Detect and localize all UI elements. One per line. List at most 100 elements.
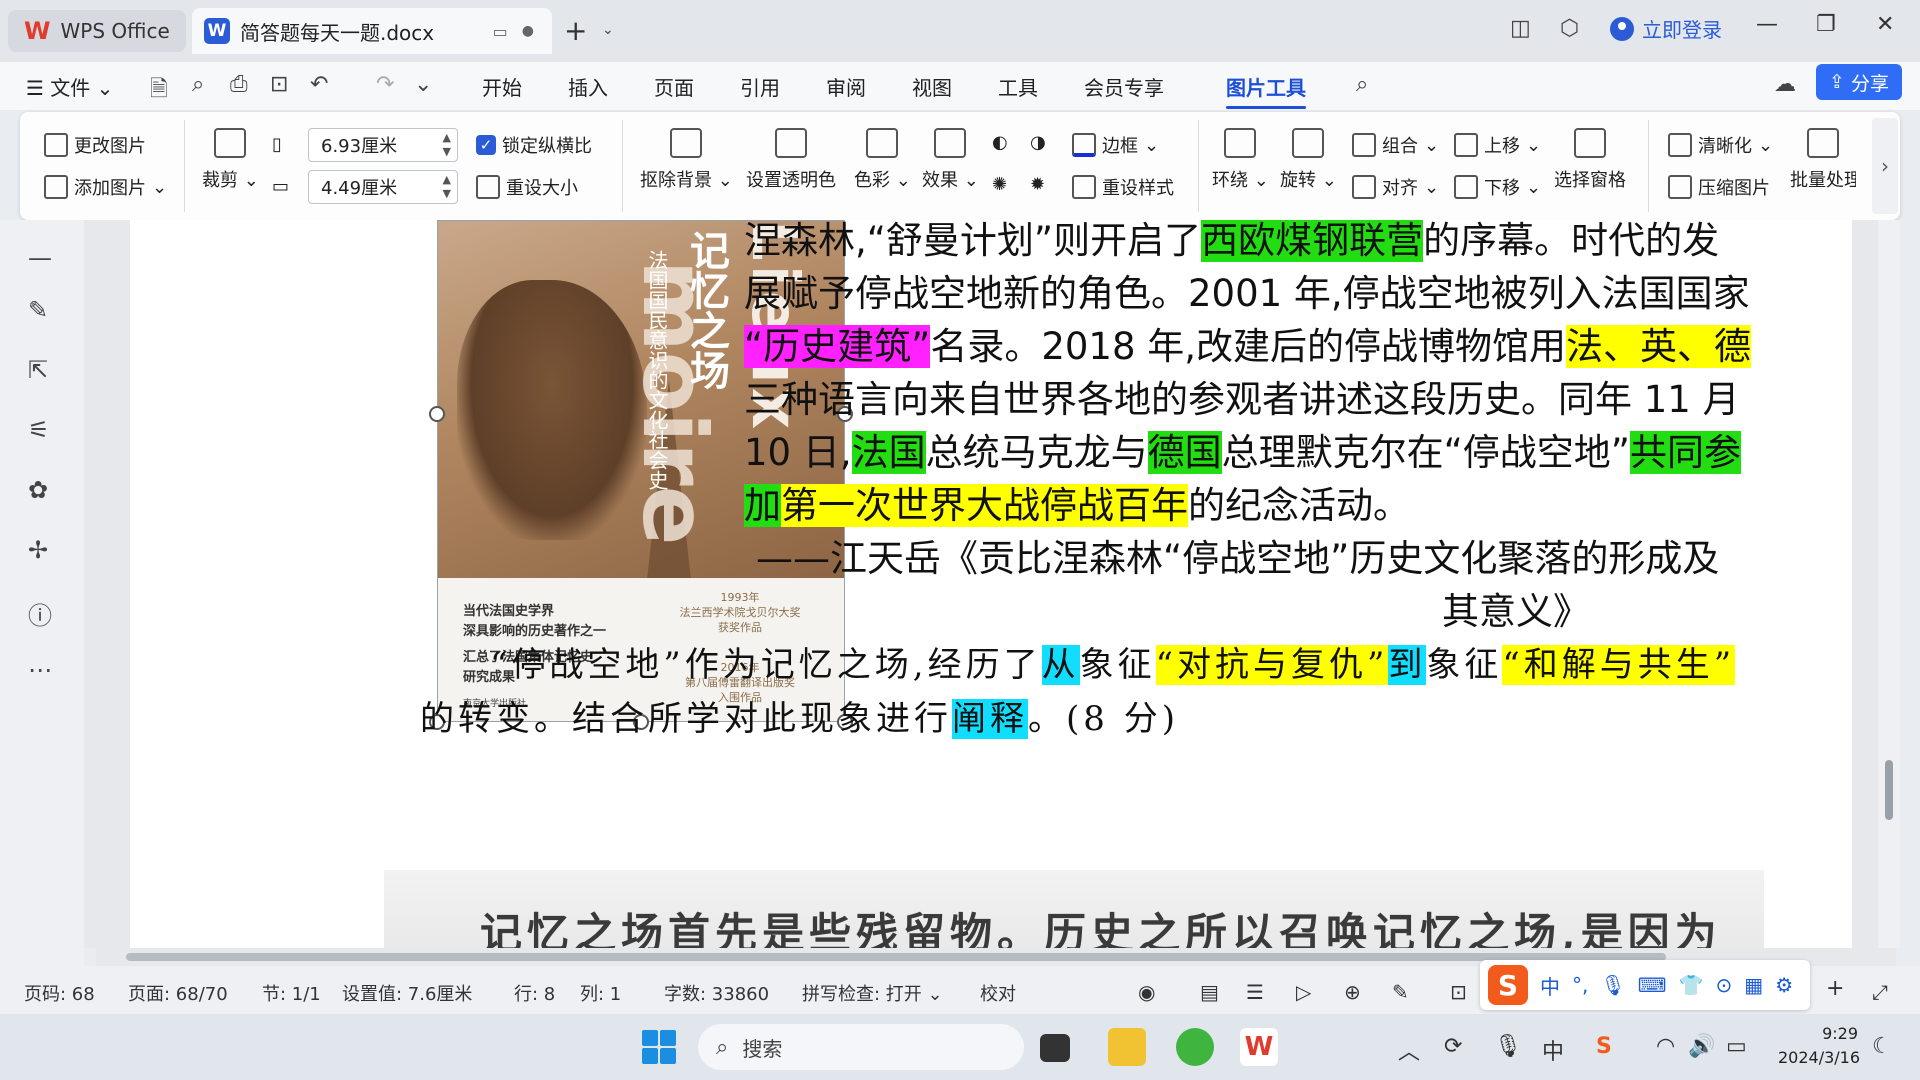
ai-assist-icon[interactable]: ✿ [28, 476, 48, 504]
vertical-scrollbar[interactable] [1878, 220, 1900, 948]
effects-button[interactable]: 效果 ⌄ [922, 128, 979, 192]
battery-icon[interactable]: ▭ [1726, 1034, 1747, 1059]
spell-check-toggle[interactable]: 拼写检查: 打开 ⌄ [802, 980, 943, 1006]
zoom-in-icon[interactable]: + [1826, 976, 1844, 1001]
share-button[interactable]: ⇪ 分享 [1816, 64, 1902, 100]
play-icon[interactable]: ▷ [1296, 980, 1311, 1004]
status-word-count[interactable]: 字数: 33860 [664, 980, 769, 1006]
compress-button[interactable]: 压缩图片 [1668, 174, 1770, 200]
outline-view-icon[interactable]: ☰ [1246, 980, 1264, 1004]
crop-button[interactable]: 裁剪 ⌄ [202, 128, 259, 192]
color-button[interactable]: 色彩 ⌄ [854, 128, 911, 192]
focus-mode-icon[interactable]: ⊡ [1450, 980, 1467, 1004]
vertical-scroll-thumb[interactable] [1885, 760, 1893, 820]
rotate-button[interactable]: 旋转 ⌄ [1280, 128, 1337, 192]
search-icon[interactable]: ⌕ [1356, 72, 1368, 97]
volume-icon[interactable]: 🔊 [1688, 1034, 1715, 1059]
set-transparent-button[interactable]: 设置透明色 [746, 128, 836, 192]
ime-settings-icon[interactable]: ⚙ [1775, 973, 1793, 997]
do-not-disturb-icon[interactable]: ☾ [1872, 1034, 1892, 1059]
width-spinner[interactable]: ▲ ▼ [443, 131, 451, 159]
tab-member[interactable]: 会员专享 [1084, 72, 1164, 101]
tools-icon[interactable]: ✢ [28, 536, 48, 564]
mic-icon[interactable]: 🎙 [1494, 1034, 1522, 1059]
group-button[interactable]: 组合 ⌄ [1352, 132, 1439, 158]
file-menu[interactable]: ☰ 文件 ⌄ [26, 72, 113, 101]
ime-apps-icon[interactable]: ▦ [1744, 973, 1763, 997]
eye-protection-icon[interactable]: ◉ [1138, 980, 1155, 1004]
reset-size-button[interactable]: 重设大小 [476, 174, 578, 200]
tab-tools[interactable]: 工具 [998, 72, 1038, 101]
tab-start[interactable]: 开始 [482, 72, 522, 101]
align-button[interactable]: 对齐 ⌄ [1352, 174, 1439, 200]
help-icon[interactable]: ⓘ [28, 596, 52, 631]
monitor-icon[interactable]: ▭ [493, 22, 508, 41]
login-button[interactable]: 立即登录 [1610, 14, 1722, 43]
height-spinner[interactable]: ▲ ▼ [443, 173, 451, 201]
collapse-icon[interactable]: — [28, 244, 52, 272]
wps-taskbar-icon[interactable]: W [1240, 1028, 1278, 1066]
cube-icon[interactable]: ⬡ [1560, 16, 1579, 41]
remove-bg-button[interactable]: 抠除背景 ⌄ [640, 128, 733, 192]
comment-icon[interactable]: ☁ [1774, 72, 1796, 97]
ime-chinese-icon[interactable]: 中 [1540, 971, 1560, 1000]
task-view-icon[interactable] [1040, 1034, 1070, 1062]
status-page[interactable]: 页面: 68/70 [128, 980, 228, 1006]
chevron-down-icon[interactable]: ⌄ [602, 22, 614, 38]
wifi-icon[interactable]: ◠ [1656, 1034, 1675, 1059]
tab-references[interactable]: 引用 [740, 72, 780, 101]
ribbon-next-chevron-icon[interactable]: › [1872, 118, 1898, 214]
more-chevron-icon[interactable]: ⌄ [414, 72, 432, 97]
tab-page[interactable]: 页面 [654, 72, 694, 101]
ime-keyboard-icon[interactable]: ⌨ [1638, 973, 1667, 997]
height-input[interactable]: 4.49厘米 ▲ ▼ [308, 170, 458, 204]
export-pdf-icon[interactable]: ⌕ [192, 72, 204, 97]
tab-document[interactable]: W 简答题每天一题.docx ▭ ● [192, 8, 552, 54]
sidebar-toggle-icon[interactable]: ◫ [1510, 16, 1531, 41]
add-image-button[interactable]: 添加图片 ⌄ [44, 174, 167, 200]
resize-handle[interactable] [429, 406, 445, 422]
windows-start-icon[interactable] [642, 1030, 676, 1064]
send-backward-button[interactable]: 下移 ⌄ [1454, 174, 1541, 200]
contrast-up-icon[interactable]: ✺ [992, 174, 1007, 195]
close-button[interactable]: ✕ [1876, 12, 1894, 37]
lock-ratio-checkbox[interactable]: ✓ 锁定纵横比 [476, 132, 592, 158]
document-page[interactable]: moire 法国国民意识的文化社会史 记忆之场 Lieux 当代法国史学界 深具… [130, 220, 1852, 948]
redo-icon[interactable]: ↷ [376, 72, 394, 97]
clock[interactable]: 9:29 2024/3/16 [1778, 1022, 1860, 1070]
browser-icon[interactable] [1176, 1028, 1214, 1066]
minimize-button[interactable]: — [1756, 12, 1778, 37]
bring-forward-button[interactable]: 上移 ⌄ [1454, 132, 1541, 158]
undo-icon[interactable]: ↶ [310, 72, 328, 97]
sync-icon[interactable]: ⟳ [1444, 1034, 1462, 1059]
tab-picture-tools[interactable]: 图片工具 [1226, 72, 1306, 109]
sogou-tray-icon[interactable]: S [1596, 1034, 1612, 1059]
file-explorer-icon[interactable] [1108, 1028, 1146, 1066]
tab-wps-home[interactable]: W WPS Office [8, 10, 186, 52]
ime-mic-icon[interactable]: 🎙 [1600, 973, 1625, 997]
restore-button[interactable]: ❐ [1816, 12, 1836, 37]
status-row[interactable]: 行: 8 [514, 980, 555, 1006]
unsaved-dot-icon[interactable]: ● [522, 23, 534, 39]
brightness-up-icon[interactable]: ◐ [992, 132, 1008, 153]
ime-punct-icon[interactable]: °, [1572, 973, 1588, 997]
tray-expand-icon[interactable]: ︿ [1398, 1034, 1420, 1066]
change-image-button[interactable]: 更改图片 [44, 132, 146, 158]
tab-view[interactable]: 视图 [912, 72, 952, 101]
ime-game-icon[interactable]: ⊙ [1716, 973, 1733, 997]
status-section[interactable]: 节: 1/1 [262, 980, 321, 1006]
ime-tray-icon[interactable]: 中 [1542, 1034, 1564, 1066]
horizontal-scroll-thumb[interactable] [126, 953, 1666, 961]
print-icon[interactable]: ⎙ [230, 72, 248, 97]
wrap-button[interactable]: 环绕 ⌄ [1212, 128, 1269, 192]
width-input[interactable]: 6.93厘米 ▲ ▼ [308, 128, 458, 162]
tab-review[interactable]: 审阅 [826, 72, 866, 101]
tab-insert[interactable]: 插入 [568, 72, 608, 101]
ime-toolbar[interactable]: S 中 °, 🎙 ⌨ 👕 ⊙ ▦ ⚙ [1480, 960, 1810, 1010]
status-col[interactable]: 列: 1 [580, 980, 621, 1006]
pen-icon[interactable]: ✎ [28, 296, 48, 324]
more-icon[interactable]: ⋯ [28, 656, 52, 684]
brightness-down-icon[interactable]: ◑ [1030, 132, 1046, 153]
ime-skin-icon[interactable]: 👕 [1679, 973, 1704, 997]
pen-mode-icon[interactable]: ✎ [1392, 980, 1409, 1004]
